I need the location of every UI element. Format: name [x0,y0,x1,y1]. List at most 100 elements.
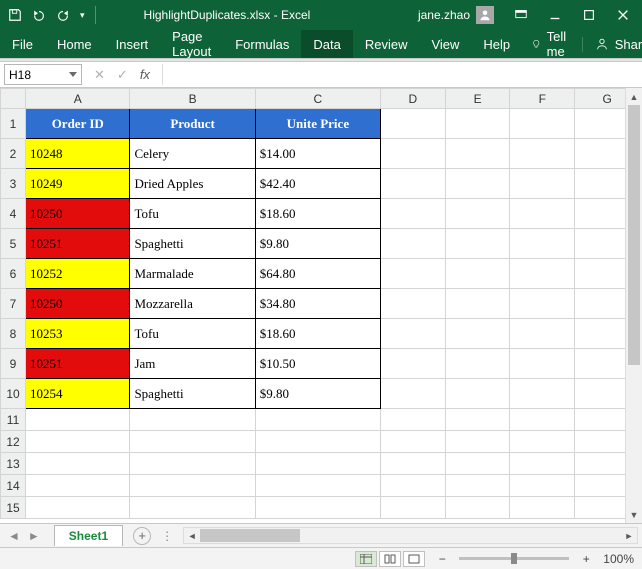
cell-A8[interactable]: 10253 [26,319,130,349]
cell-F10[interactable] [510,379,575,409]
cell-A13[interactable] [26,453,130,475]
cell-C14[interactable] [255,475,380,497]
cell-F14[interactable] [510,475,575,497]
select-all-corner[interactable] [1,89,26,109]
cell-F3[interactable] [510,169,575,199]
ribbon-tab-file[interactable]: File [0,30,45,58]
tab-split-handle[interactable]: ⋮ [161,529,173,543]
zoom-in-button[interactable]: + [579,552,593,566]
cell-A9[interactable]: 10251 [26,349,130,379]
cell-C13[interactable] [255,453,380,475]
hscroll-thumb[interactable] [200,529,300,542]
cell-E11[interactable] [445,409,510,431]
new-sheet-button[interactable]: + [133,527,151,545]
zoom-out-button[interactable]: − [435,552,449,566]
cell-E12[interactable] [445,431,510,453]
cell-B9[interactable]: Jam [130,349,255,379]
cell-F9[interactable] [510,349,575,379]
cell-B1[interactable]: Product [130,109,255,139]
cell-B4[interactable]: Tofu [130,199,255,229]
account-button[interactable]: jane.zhao [418,6,494,24]
row-header-14[interactable]: 14 [1,475,26,497]
cell-A4[interactable]: 10250 [26,199,130,229]
redo-icon[interactable] [56,8,70,23]
column-header-D[interactable]: D [381,89,446,109]
row-header-8[interactable]: 8 [1,319,26,349]
cell-C1[interactable]: Unite Price [255,109,380,139]
cell-B8[interactable]: Tofu [130,319,255,349]
zoom-slider[interactable] [459,557,569,560]
cell-E5[interactable] [445,229,510,259]
cell-C2[interactable]: $14.00 [255,139,380,169]
row-header-12[interactable]: 12 [1,431,26,453]
scroll-left-icon[interactable]: ◄ [184,528,200,543]
scroll-up-icon[interactable]: ▲ [626,88,642,105]
horizontal-scrollbar[interactable]: ◄ ► [183,527,638,544]
cell-D6[interactable] [381,259,446,289]
save-icon[interactable] [8,8,22,23]
cancel-formula-icon[interactable]: ✕ [94,67,105,83]
cell-C12[interactable] [255,431,380,453]
cell-B14[interactable] [130,475,255,497]
cell-F7[interactable] [510,289,575,319]
cell-B7[interactable]: Mozzarella [130,289,255,319]
ribbon-tab-insert[interactable]: Insert [104,30,161,58]
cell-D7[interactable] [381,289,446,319]
cell-D2[interactable] [381,139,446,169]
vscroll-thumb[interactable] [628,105,640,365]
sheet-nav-prev-icon[interactable]: ◄ [8,529,20,543]
close-icon[interactable] [616,8,630,23]
cell-E14[interactable] [445,475,510,497]
ribbon-options-icon[interactable] [514,8,528,23]
maximize-icon[interactable] [582,8,596,23]
cell-C15[interactable] [255,497,380,519]
row-header-3[interactable]: 3 [1,169,26,199]
row-header-4[interactable]: 4 [1,199,26,229]
row-header-13[interactable]: 13 [1,453,26,475]
cell-B12[interactable] [130,431,255,453]
cell-C8[interactable]: $18.60 [255,319,380,349]
cell-C9[interactable]: $10.50 [255,349,380,379]
cell-C11[interactable] [255,409,380,431]
cell-A1[interactable]: Order ID [26,109,130,139]
row-header-2[interactable]: 2 [1,139,26,169]
zoom-level[interactable]: 100% [603,552,634,566]
cell-D10[interactable] [381,379,446,409]
cell-E10[interactable] [445,379,510,409]
ribbon-tab-view[interactable]: View [419,30,471,58]
cell-D3[interactable] [381,169,446,199]
row-header-7[interactable]: 7 [1,289,26,319]
ribbon-tab-formulas[interactable]: Formulas [223,30,301,58]
cell-F2[interactable] [510,139,575,169]
ribbon-tab-home[interactable]: Home [45,30,104,58]
cell-A15[interactable] [26,497,130,519]
cell-A5[interactable]: 10251 [26,229,130,259]
row-header-11[interactable]: 11 [1,409,26,431]
ribbon-tab-help[interactable]: Help [471,30,522,58]
column-header-A[interactable]: A [26,89,130,109]
cell-D13[interactable] [381,453,446,475]
scroll-right-icon[interactable]: ► [621,528,637,543]
cell-D8[interactable] [381,319,446,349]
cell-A3[interactable]: 10249 [26,169,130,199]
sheet-nav-next-icon[interactable]: ► [28,529,40,543]
cell-F1[interactable] [510,109,575,139]
row-header-9[interactable]: 9 [1,349,26,379]
cell-E8[interactable] [445,319,510,349]
ribbon-tab-data[interactable]: Data [301,30,352,58]
row-header-10[interactable]: 10 [1,379,26,409]
cell-E15[interactable] [445,497,510,519]
share-button[interactable]: Share [582,37,642,52]
column-header-F[interactable]: F [510,89,575,109]
cell-F11[interactable] [510,409,575,431]
cell-A7[interactable]: 10250 [26,289,130,319]
cell-B5[interactable]: Spaghetti [130,229,255,259]
tell-me-button[interactable]: Tell me [522,29,582,59]
cell-E1[interactable] [445,109,510,139]
cell-A14[interactable] [26,475,130,497]
column-header-B[interactable]: B [130,89,255,109]
cell-D15[interactable] [381,497,446,519]
normal-view-icon[interactable] [355,551,377,567]
vertical-scrollbar[interactable]: ▲ ▼ [625,88,642,523]
cell-A12[interactable] [26,431,130,453]
